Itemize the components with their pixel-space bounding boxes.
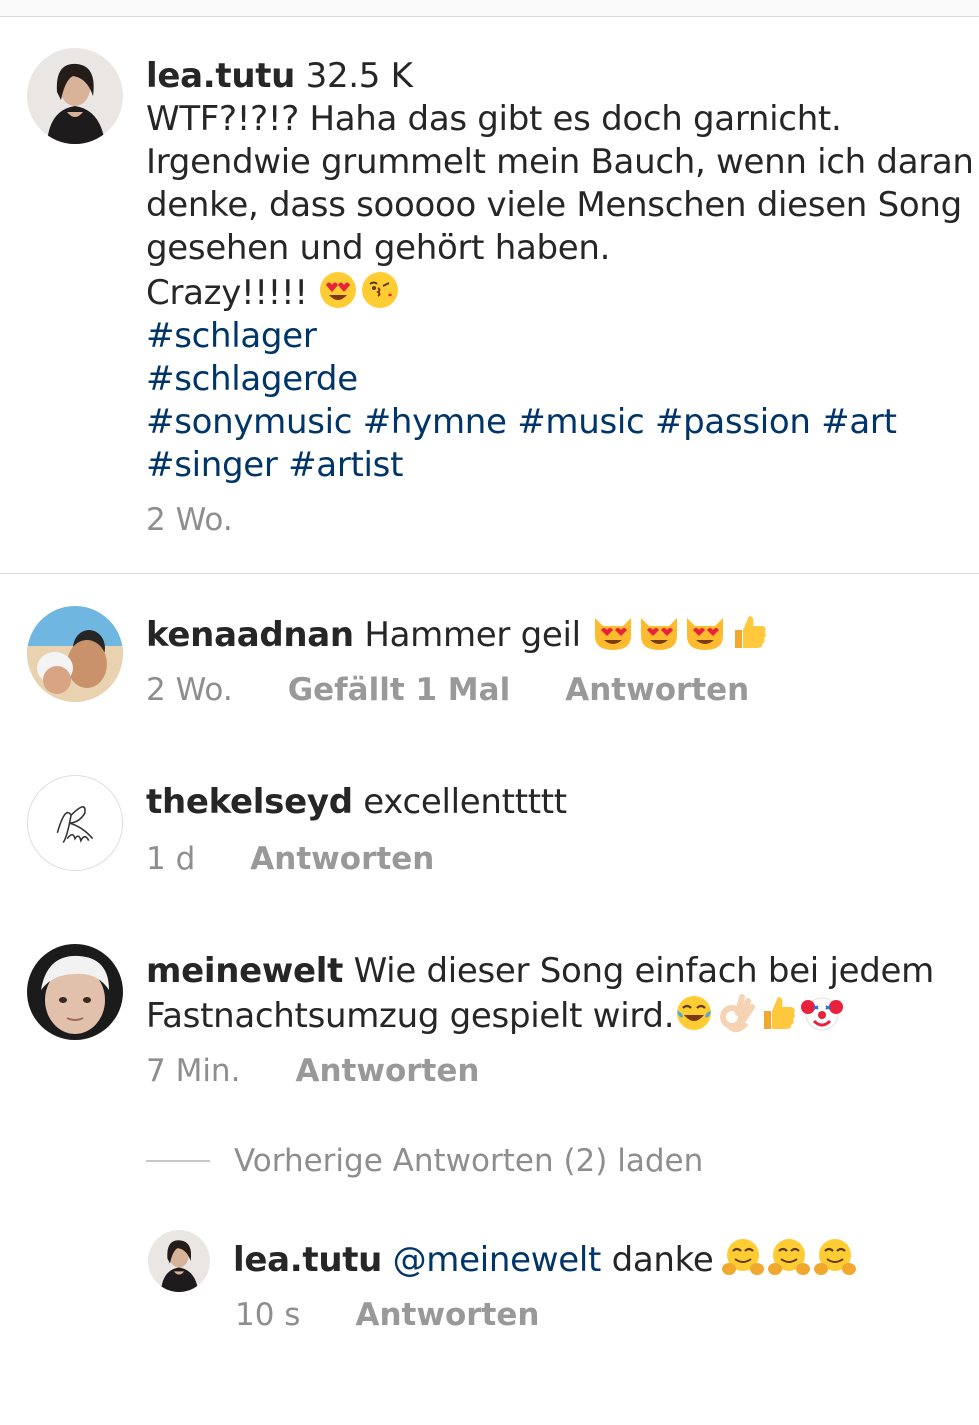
caption-line: Crazy!!!!! (146, 270, 976, 315)
mention-link[interactable]: @meinewelt (393, 1240, 602, 1280)
reply-comment: lea.tutu @meinewelt danke (233, 1237, 973, 1282)
likes-count-button[interactable]: Gefällt 1 Mal (288, 672, 511, 708)
avatar-lea-tutu-reply[interactable] (148, 1230, 210, 1292)
caption-crazy: Crazy!!!!! (146, 273, 308, 313)
ok-hand-emoji (716, 993, 756, 1033)
hashtag-line: #sonymusic #hymne #music #passion #art (146, 401, 976, 444)
hashtag-line: #schlager (146, 315, 976, 358)
reply-button[interactable]: Antworten (355, 1297, 539, 1333)
comment-meta: 7 Min. Antworten (146, 1053, 479, 1089)
heart-eyes-emoji (318, 270, 358, 310)
hashtag-link[interactable]: #sonymusic (146, 402, 353, 442)
hashtag-link[interactable]: #schlager (146, 316, 317, 356)
hashtag-link[interactable]: #artist (288, 445, 403, 485)
tears-of-joy-emoji (674, 993, 714, 1033)
comment-meta: 1 d Antworten (146, 841, 434, 877)
comment-text: Hammer geil (364, 615, 581, 655)
reply-button[interactable]: Antworten (295, 1053, 479, 1089)
comment-meinewelt: meinewelt Wie dieser Song einfach bei je… (146, 950, 976, 1038)
comment-username[interactable]: thekelseyd (146, 782, 353, 822)
clown-emoji (800, 993, 844, 1033)
reply-username[interactable]: lea.tutu (233, 1240, 382, 1280)
reply-text: danke (611, 1240, 714, 1280)
avatar-meinewelt[interactable] (27, 944, 123, 1040)
load-previous-replies-button[interactable]: Vorherige Antworten (2) laden (146, 1143, 703, 1179)
avatar-lea-tutu[interactable] (27, 48, 123, 144)
reply-button[interactable]: Antworten (565, 672, 749, 708)
avatar-thekelseyd[interactable] (27, 775, 123, 871)
caption-line: gesehen und gehört haben. (146, 228, 611, 268)
comment-line: meinewelt Wie dieser Song einfach bei je… (146, 950, 976, 993)
comment-text: Wie dieser Song einfach bei jedem (353, 951, 935, 991)
comment-text: excellenttttt (363, 782, 567, 822)
post-timestamp: 2 Wo. (146, 502, 233, 538)
comment-username[interactable]: meinewelt (146, 951, 343, 991)
replies-divider-line (146, 1160, 210, 1162)
heart-eyes-cat-emoji (637, 612, 681, 652)
hashtag-link[interactable]: #schlagerde (146, 359, 358, 399)
hashtag-link[interactable]: #art (821, 402, 897, 442)
thumbs-up-emoji (758, 993, 798, 1033)
hashtag-link[interactable]: #music (517, 402, 645, 442)
post-meta: 2 Wo. (146, 502, 233, 538)
top-bar (0, 0, 979, 17)
caption-header: lea.tutu 32.5 K (146, 55, 976, 98)
divider (0, 573, 979, 574)
comment-username[interactable]: kenaadnan (146, 615, 354, 655)
comment-meta: 2 Wo. Gefällt 1 Mal Antworten (146, 672, 749, 708)
heart-eyes-cat-emoji (591, 612, 635, 652)
caption-line: denke, dass sooooo viele Menschen diesen… (146, 185, 962, 225)
hashtag-link[interactable]: #passion (655, 402, 811, 442)
comment-timestamp: 2 Wo. (146, 672, 233, 708)
comment-thekelseyd: thekelseyd excellenttttt (146, 781, 976, 824)
kiss-emoji (360, 270, 400, 310)
hashtag-line: #singer #artist (146, 444, 976, 487)
heart-eyes-cat-emoji (683, 612, 727, 652)
thumbs-up-emoji (729, 612, 769, 652)
hashtag-line: #schlagerde (146, 358, 976, 401)
caption-line: WTF?!?!? Haha das gibt es doch garnicht. (146, 99, 842, 139)
hashtag-link[interactable]: #singer (146, 445, 278, 485)
post-caption: lea.tutu 32.5 K WTF?!?!? Haha das gibt e… (146, 55, 976, 487)
reply-meta: 10 s Antworten (235, 1297, 539, 1333)
hugging-emoji (721, 1237, 765, 1277)
comment-kenaadnan: kenaadnan Hammer geil (146, 612, 976, 657)
follower-count: 32.5 K (305, 56, 413, 96)
post-username[interactable]: lea.tutu (146, 56, 295, 96)
comment-timestamp: 7 Min. (146, 1053, 241, 1089)
comment-timestamp: 1 d (146, 841, 196, 877)
reply-button[interactable]: Antworten (250, 841, 434, 877)
comment-line: Fastnachtsumzug gespielt wird. (146, 993, 976, 1038)
hugging-emoji (813, 1237, 857, 1277)
avatar-kenaadnan[interactable] (27, 606, 123, 702)
load-previous-label: Vorherige Antworten (2) laden (234, 1143, 704, 1179)
comment-text: Fastnachtsumzug gespielt wird. (146, 996, 675, 1036)
hugging-emoji (767, 1237, 811, 1277)
hashtag-link[interactable]: #hymne (363, 402, 507, 442)
caption-line: Irgendwie grummelt mein Bauch, wenn ich … (146, 142, 974, 182)
reply-timestamp: 10 s (235, 1297, 301, 1333)
